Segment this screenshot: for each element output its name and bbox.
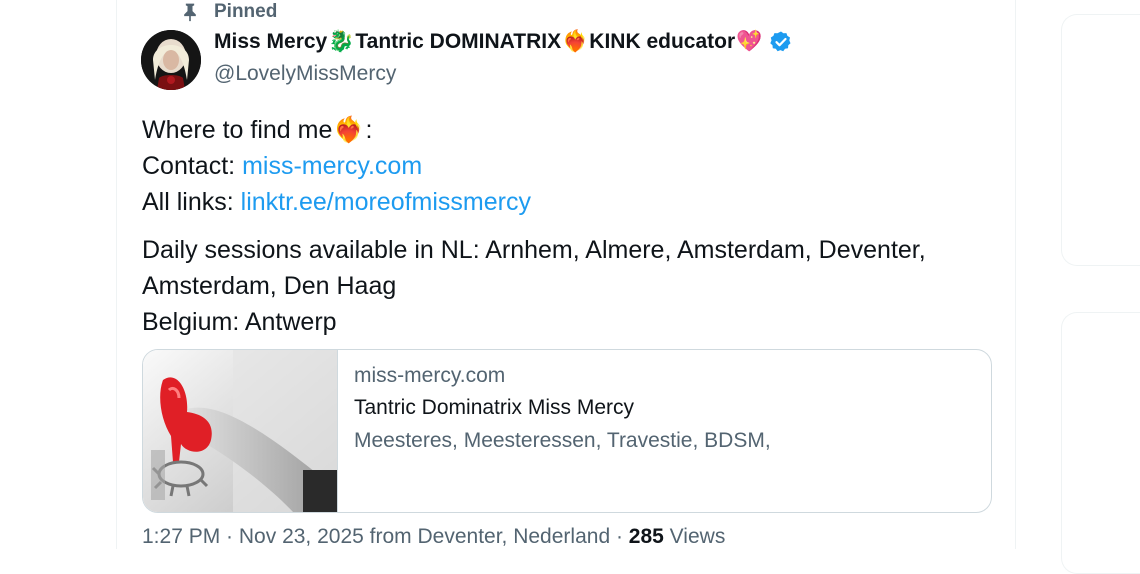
link-preview-description: Meesteres, Meesteressen, Travestie, BDSM… xyxy=(354,429,771,452)
tweet-date[interactable]: Nov 23, 2025 xyxy=(239,525,364,548)
tweet-location: from Deventer, Nederland xyxy=(363,525,611,548)
verified-badge-icon[interactable] xyxy=(769,30,793,54)
linktree-link[interactable]: linktr.ee/moreofmissmercy xyxy=(241,188,531,216)
views-count: 285 xyxy=(628,525,664,548)
tweet-time[interactable]: 1:27 PM xyxy=(142,525,220,548)
author-name-part1: Miss Mercy xyxy=(214,30,328,53)
tweet-line: All links: linktr.ee/moreofmissmercy xyxy=(142,184,1002,220)
sessions-line: Daily sessions available in NL: Arnhem, … xyxy=(142,236,926,264)
author-handle[interactable]: @LovelyMissMercy xyxy=(214,62,396,86)
dragon-emoji: 🐉 xyxy=(328,30,355,53)
pinned-label: Pinned xyxy=(214,1,278,22)
sparkling-heart-emoji: 💖 xyxy=(736,30,763,53)
timeline-right-border xyxy=(1015,0,1016,549)
views-label: Views xyxy=(663,525,726,548)
avatar[interactable] xyxy=(141,30,201,90)
sidebar-card xyxy=(1061,14,1140,266)
link-preview-title: Tantric Dominatrix Miss Mercy xyxy=(354,396,635,419)
tweet-line: Contact: miss-mercy.com xyxy=(142,148,1002,184)
pin-icon xyxy=(184,3,196,22)
sessions-line: Belgium: Antwerp xyxy=(142,308,337,336)
tweet-metadata: 1:27 PM · Nov 23, 2025 from Deventer, Ne… xyxy=(142,525,725,549)
link-preview-card[interactable]: miss-mercy.com Tantric Dominatrix Miss M… xyxy=(142,349,992,513)
meta-separator: · xyxy=(220,525,239,548)
tweet-line-suffix: : xyxy=(365,116,373,144)
tweet-text: Where to find me❤️‍🔥: Contact: miss-merc… xyxy=(142,112,1002,340)
tweet-line: Where to find me❤️‍🔥: xyxy=(142,112,1002,148)
author-name-part3: KINK educator xyxy=(589,30,736,53)
sidebar-card xyxy=(1061,312,1140,574)
pinned-indicator: Pinned xyxy=(180,0,277,24)
tweet-line-text: Where to find me xyxy=(142,116,333,144)
link-preview-image xyxy=(143,350,338,512)
timeline-left-border xyxy=(116,0,117,549)
contact-label: Contact: xyxy=(142,152,243,180)
author-name-part2: Tantric DOMINATRIX xyxy=(355,30,562,53)
heart-on-fire-emoji: ❤️‍🔥 xyxy=(333,116,365,144)
heart-on-fire-emoji: ❤️‍🔥 xyxy=(562,30,589,53)
meta-separator: · xyxy=(610,525,629,548)
links-label: All links: xyxy=(142,188,241,216)
author-name[interactable]: Miss Mercy 🐉 Tantric DOMINATRIX ❤️‍🔥 KIN… xyxy=(214,30,793,54)
contact-link[interactable]: miss-mercy.com xyxy=(242,152,422,180)
link-preview-domain: miss-mercy.com xyxy=(354,364,506,387)
sessions-line: Amsterdam, Den Haag xyxy=(142,272,397,300)
